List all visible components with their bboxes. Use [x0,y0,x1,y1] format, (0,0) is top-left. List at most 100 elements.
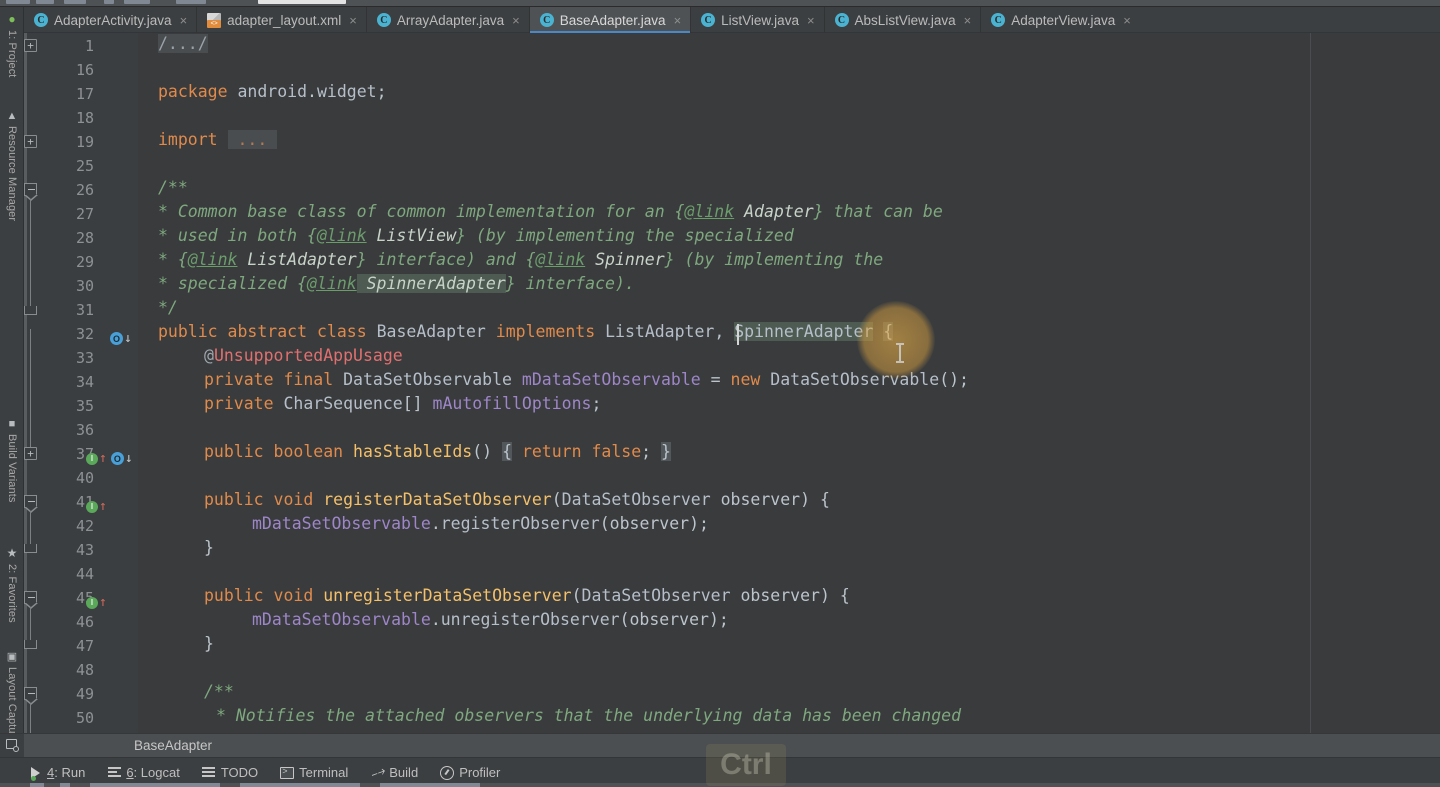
close-icon[interactable]: × [180,13,188,28]
tab-baseadapter-java[interactable]: C BaseAdapter.java × [529,7,692,33]
sidebar-item-resource-manager[interactable]: ▲ Resource Manager [0,107,24,257]
code-line-37[interactable]: public boolean hasStableIds() { return f… [158,442,671,461]
gutter-marker-line-45[interactable]: I ↑ [86,596,107,609]
logcat-icon [107,766,121,780]
line-number: 31 [75,301,94,319]
gutter-marker-line-32[interactable]: O ↓ [110,332,132,345]
toolbar-icon-ghost[interactable] [6,0,30,4]
tab-arrayadapter-java[interactable]: C ArrayAdapter.java × [367,7,530,33]
close-icon[interactable]: × [964,13,972,28]
java-class-icon: C [34,13,48,27]
main-toolbar[interactable] [0,0,1440,7]
toolbar-icon-ghost[interactable] [176,0,206,4]
arrow-up-icon: ↑ [99,499,107,514]
implementing-method-icon[interactable]: I [86,500,98,513]
line-number: 27 [75,205,94,223]
editor-content[interactable]: 1 16 17 18 19 25 26 27 28 29 30 31 32 33… [24,33,1440,733]
code-line-42[interactable]: mDataSetObservable.registerObserver(obse… [158,514,709,533]
tab-listview-java[interactable]: C ListView.java × [691,7,825,33]
tab-label: AbsListView.java [854,12,956,28]
status-bar-partial [0,783,1440,787]
line-number: 49 [75,685,94,703]
close-icon[interactable]: × [674,13,682,28]
line-number: 34 [75,373,94,391]
tab-adapteractivity-java[interactable]: C AdapterActivity.java × [24,7,198,33]
code-line-1[interactable]: /.../ [158,34,208,53]
code-line-19[interactable]: import ... [158,130,278,149]
overriding-method-icon[interactable]: O [110,332,123,345]
code-editor[interactable]: 1 16 17 18 19 25 26 27 28 29 30 31 32 33… [24,33,1440,733]
project-icon: ● [8,12,16,26]
breadcrumb-item-baseadapter[interactable]: BaseAdapter [24,738,212,753]
code-line-41[interactable]: public void registerDataSetObserver(Data… [158,490,830,509]
tab-abslistview-java[interactable]: C AbsListView.java × [825,7,982,33]
profiler-icon [440,765,455,780]
tab-adapter-layout-xml[interactable]: adapter_layout.xml × [197,7,367,33]
fold-expand-icon[interactable]: + [24,39,37,52]
code-line-35[interactable]: private CharSequence[] mAutofillOptions; [158,394,601,413]
overriding-method-icon[interactable]: O [110,452,124,465]
code-line-45[interactable]: public void unregisterDataSetObserver(Da… [158,586,850,605]
ide-window: ● 1: Project ▲ Resource Manager ■ Build … [0,0,1440,787]
code-line-46[interactable]: mDataSetObservable.unregisterObserver(ob… [158,610,729,629]
implementing-method-icon[interactable]: I [86,452,98,465]
fold-expand-icon[interactable]: + [24,135,37,148]
close-icon[interactable]: × [807,13,815,28]
tab-adapterview-java[interactable]: C AdapterView.java × [981,7,1140,33]
line-number: 1 [84,37,94,55]
line-number: 30 [75,277,94,295]
tab-label: ArrayAdapter.java [396,12,505,28]
toolbar-icon-ghost[interactable] [64,0,86,4]
fold-region-line [30,508,31,544]
close-icon[interactable]: × [512,13,520,28]
code-line-43[interactable]: } [158,538,214,557]
bottom-item-label: : Logcat [133,765,180,780]
gutter-marker-line-41[interactable]: I ↑ [86,500,107,513]
code-line-17[interactable]: package android.widget; [158,82,387,101]
fold-collapse-icon[interactable] [24,495,38,513]
implementing-method-icon[interactable]: I [86,596,98,609]
editor-tab-bar[interactable]: C AdapterActivity.java × adapter_layout.… [24,7,1440,33]
sidebar-item-project[interactable]: ● 1: Project [0,9,24,83]
line-number: 28 [75,229,94,247]
fold-collapse-icon[interactable] [24,591,38,609]
sidebar-item-build-variants[interactable]: ■ Build Variants [0,415,24,533]
file-structure-button[interactable] [0,733,24,758]
sidebar-item-label: Resource Manager [6,126,18,222]
code-line-47[interactable]: } [158,634,214,653]
line-number: 25 [75,157,94,175]
fold-collapse-icon[interactable] [24,183,38,201]
toolbar-icon-ghost[interactable] [36,0,54,4]
close-icon[interactable]: × [1123,13,1131,28]
fold-region-line [30,700,31,733]
fold-expand-icon[interactable]: + [24,447,37,460]
code-line-34[interactable]: private final DataSetObservable mDataSet… [158,370,969,389]
sidebar-item-favorites[interactable]: ★ 2: Favorites [0,543,24,645]
gutter-marker-line-37[interactable]: I ↑ O ↓ [86,452,133,465]
line-number: 42 [75,517,94,535]
bottom-item-run[interactable]: 4: Run [28,765,98,781]
code-line-32[interactable]: public abstract class BaseAdapter implem… [158,322,894,341]
code-line-50: * Notifies the attached observers that t… [216,706,962,725]
bottom-item-profiler[interactable]: Profiler [440,765,513,780]
bottom-item-build[interactable]: ⤍ Build [368,762,431,782]
code-line-30: * specialized {@link SpinnerAdapter} int… [158,274,635,293]
bottom-item-terminal[interactable]: Terminal [280,765,361,780]
line-number: 36 [75,421,94,439]
left-tool-window-stripe: ● 1: Project ▲ Resource Manager ■ Build … [0,7,24,752]
close-icon[interactable]: × [349,13,357,28]
line-number: 18 [75,109,94,127]
line-number: 48 [75,661,94,679]
toolbar-run-config-ghost[interactable] [258,0,346,4]
code-line-33[interactable]: @UnsupportedAppUsage [158,346,403,365]
bottom-item-logcat[interactable]: 6: Logcat [107,765,193,780]
breadcrumb-bar[interactable]: BaseAdapter [0,733,1440,758]
fold-collapse-icon[interactable] [24,687,38,705]
code-line-27: * Common base class of common implementa… [158,202,943,221]
toolbar-icon-ghost[interactable] [124,0,150,4]
line-number: 46 [75,613,94,631]
line-number: 17 [75,85,94,103]
bottom-item-todo[interactable]: TODO [202,765,271,780]
mouse-cursor-ibeam [896,343,904,363]
toolbar-icon-ghost[interactable] [104,0,114,4]
